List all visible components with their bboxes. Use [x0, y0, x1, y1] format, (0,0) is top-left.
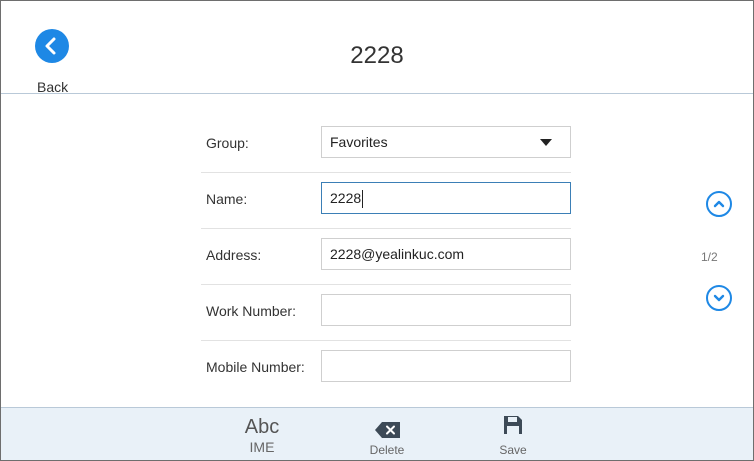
- group-select[interactable]: Favorites: [321, 126, 571, 158]
- name-input[interactable]: 2228: [321, 182, 571, 214]
- work-number-label: Work Number:: [206, 303, 296, 319]
- dropdown-arrow-icon: [540, 139, 552, 146]
- address-label: Address:: [206, 247, 262, 263]
- group-row: Group: Favorites: [201, 117, 571, 173]
- page-down-button[interactable]: [706, 285, 732, 311]
- text-caret: [362, 190, 364, 209]
- name-input-value: 2228: [330, 190, 362, 206]
- back-arrow-icon: [35, 29, 69, 63]
- back-button[interactable]: Back: [11, 11, 71, 95]
- name-label: Name:: [206, 191, 248, 207]
- softkey-bar: Abc IME Delete Save: [1, 407, 753, 460]
- header: Back 2228: [1, 1, 753, 95]
- back-label: Back: [37, 79, 69, 95]
- page-up-button[interactable]: [706, 191, 732, 217]
- group-label: Group:: [206, 135, 249, 151]
- chevron-up-icon: [713, 200, 725, 208]
- group-select-value: Favorites: [330, 134, 388, 150]
- ime-icon: Abc: [244, 416, 280, 438]
- work-number-input[interactable]: [321, 294, 571, 326]
- address-row: Address: 2228@yealinkuc.com: [201, 229, 571, 285]
- address-input[interactable]: 2228@yealinkuc.com: [321, 238, 571, 270]
- name-row: Name: 2228: [201, 173, 571, 229]
- contact-edit-screen: Back 2228 Group: Favorites Name: 2228 Ad…: [0, 0, 754, 461]
- backspace-icon: [375, 422, 400, 438]
- contact-form: Group: Favorites Name: 2228 Address: 222…: [1, 94, 753, 406]
- page-indicator: 1/2: [701, 250, 718, 264]
- ime-label: IME: [249, 439, 275, 455]
- ime-button[interactable]: Abc IME: [217, 408, 307, 460]
- mobile-number-row: Mobile Number:: [201, 341, 571, 397]
- save-icon: [504, 416, 522, 434]
- save-button[interactable]: Save: [468, 408, 558, 460]
- page-title: 2228: [350, 42, 404, 69]
- chevron-down-icon: [713, 294, 725, 302]
- address-input-value: 2228@yealinkuc.com: [330, 246, 465, 262]
- work-number-row: Work Number:: [201, 285, 571, 341]
- delete-button[interactable]: Delete: [342, 408, 432, 460]
- mobile-number-input[interactable]: [321, 350, 571, 382]
- delete-label: Delete: [369, 443, 405, 457]
- save-label: Save: [499, 443, 527, 457]
- mobile-number-label: Mobile Number:: [206, 359, 305, 375]
